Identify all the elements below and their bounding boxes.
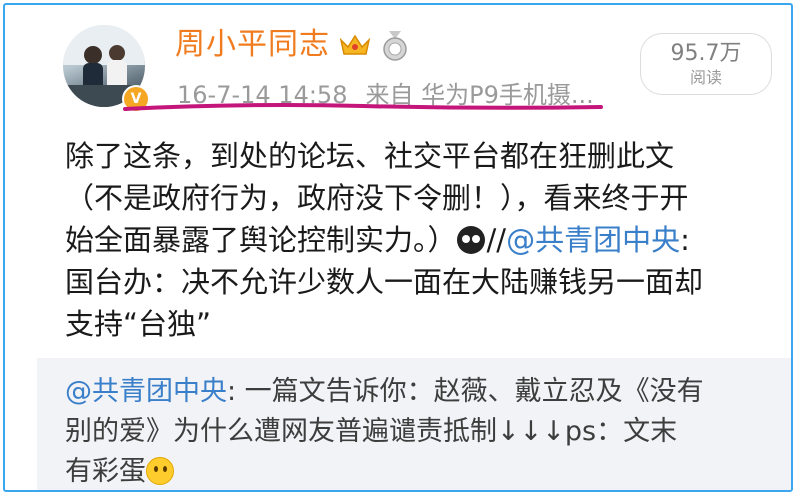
- original-post-text-part: 有彩蛋: [65, 456, 146, 487]
- original-author-link[interactable]: @共青团中央: [65, 376, 227, 407]
- post-body: 除了这条，到处的论坛、社交平台都在狂删此文 （不是政府行为，政府没下令删！），看…: [65, 135, 785, 345]
- post-line: （不是政府行为，政府没下令删！），看来终于开: [65, 181, 689, 215]
- smile-emoji-icon: [146, 457, 174, 485]
- repost-separator: //: [486, 223, 507, 257]
- original-post-text-part: : 一篇文告诉你：赵薇、戴立忍及《没有: [227, 376, 704, 407]
- emoji-icon: [456, 226, 485, 254]
- post-text: 始全面暴露了舆论控制实力。）: [65, 223, 457, 257]
- original-post-line: 有彩蛋: [65, 452, 785, 490]
- mention-link[interactable]: @共青团中央: [506, 223, 680, 257]
- post-line: 除了这条，到处的论坛、社交平台都在狂删此文: [65, 139, 675, 173]
- post-colon: :: [680, 223, 690, 257]
- original-post-line: @共青团中央: 一篇文告诉你：赵薇、戴立忍及《没有: [65, 372, 785, 412]
- post-line: 始全面暴露了舆论控制实力。） //@共青团中央:: [65, 219, 785, 261]
- original-post-line: 别的爱》为什么遭网友普遍谴责抵制↓↓↓ps：文末: [65, 416, 678, 447]
- view-count-badge[interactable]: 95.7万 阅读: [640, 33, 772, 95]
- username[interactable]: 周小平同志: [175, 25, 330, 65]
- view-label: 阅读: [689, 68, 722, 87]
- view-count: 95.7万: [670, 41, 742, 66]
- original-post-text: @共青团中央: 一篇文告诉你：赵薇、戴立忍及《没有 别的爱》为什么遭网友普遍谴责…: [65, 372, 785, 490]
- post-line: 支持“台独”: [65, 307, 212, 341]
- weibo-post-card: V 周小平同志 16-7-14 14:58 来自 华为P9手机摄... 95.7万…: [3, 3, 793, 492]
- crown-icon[interactable]: [338, 32, 372, 58]
- annotation-underline: [123, 103, 603, 111]
- medal-icon[interactable]: [380, 30, 410, 62]
- original-post[interactable]: @共青团中央: 一篇文告诉你：赵薇、戴立忍及《没有 别的爱》为什么遭网友普遍谴责…: [37, 358, 791, 490]
- post-line: 国台办：决不允许少数人一面在大陆赚钱另一面却: [65, 265, 704, 299]
